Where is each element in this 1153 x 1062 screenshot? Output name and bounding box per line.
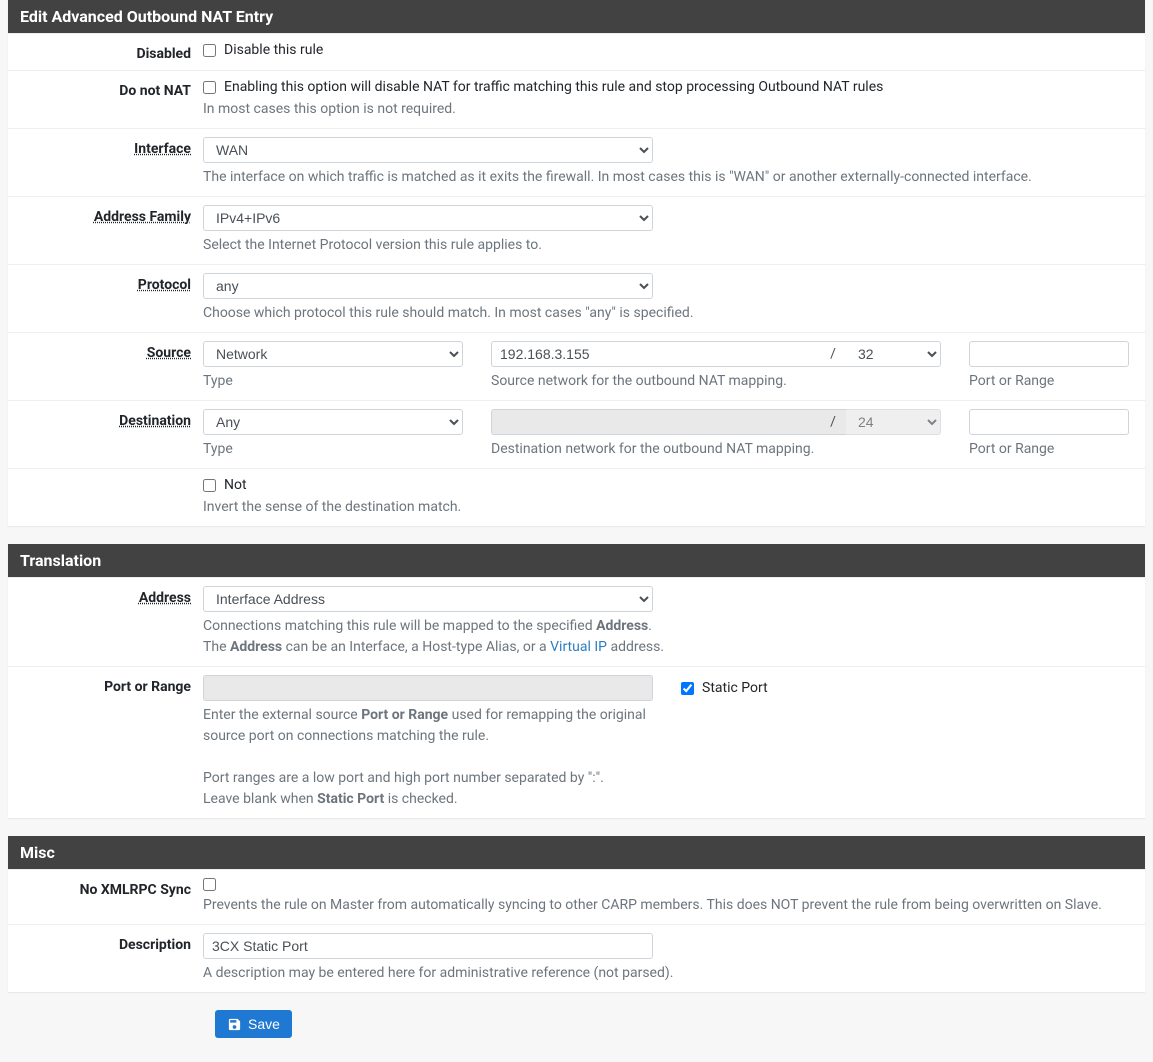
- caption-source-net: Source network for the outbound NAT mapp…: [491, 371, 941, 392]
- help-trans-address: Connections matching this rule will be m…: [203, 616, 1133, 658]
- input-source-network[interactable]: [491, 341, 820, 367]
- help-trans-port: Enter the external source Port or Range …: [203, 705, 683, 810]
- checkbox-disabled[interactable]: [203, 44, 216, 57]
- panel-misc-title: Misc: [8, 836, 1145, 869]
- input-trans-port: [203, 675, 653, 701]
- checkbox-nosync[interactable]: [203, 878, 216, 891]
- save-button[interactable]: Save: [215, 1010, 292, 1038]
- checkbox-donotnat-label: Enabling this option will disable NAT fo…: [224, 79, 883, 95]
- save-icon: [227, 1017, 242, 1032]
- select-destination-type[interactable]: Any: [203, 409, 463, 435]
- save-button-label: Save: [248, 1016, 280, 1032]
- select-trans-address[interactable]: Interface Address: [203, 586, 653, 612]
- help-not: Invert the sense of the destination matc…: [203, 497, 1133, 518]
- select-source-type[interactable]: Network: [203, 341, 463, 367]
- label-disabled: Disabled: [8, 42, 203, 62]
- input-destination-port[interactable]: [969, 409, 1129, 435]
- select-protocol[interactable]: any: [203, 273, 653, 299]
- label-interface: Interface: [134, 141, 191, 157]
- panel-edit-title: Edit Advanced Outbound NAT Entry: [8, 0, 1145, 33]
- label-trans-address: Address: [139, 590, 191, 606]
- panel-edit: Edit Advanced Outbound NAT Entry Disable…: [8, 0, 1145, 526]
- label-description: Description: [8, 933, 203, 984]
- help-protocol: Choose which protocol this rule should m…: [203, 303, 1133, 324]
- checkbox-donotnat[interactable]: [203, 81, 216, 94]
- caption-source-port: Port or Range: [969, 371, 1129, 392]
- checkbox-not-label: Not: [224, 477, 247, 493]
- select-source-mask[interactable]: 32: [846, 341, 941, 367]
- input-description[interactable]: [203, 933, 653, 959]
- label-trans-port: Port or Range: [8, 675, 203, 810]
- label-destination: Destination: [119, 413, 191, 429]
- help-nosync: Prevents the rule on Master from automat…: [203, 895, 1133, 916]
- checkbox-static-port-label: Static Port: [702, 680, 768, 696]
- label-nosync: No XMLRPC Sync: [8, 878, 203, 916]
- label-source: Source: [147, 345, 191, 361]
- label-protocol: Protocol: [138, 277, 191, 293]
- panel-translation: Translation Address Interface Address Co…: [8, 544, 1145, 818]
- select-destination-mask: 24: [846, 409, 941, 435]
- caption-destination-port: Port or Range: [969, 439, 1129, 460]
- label-addressfamily: Address Family: [94, 209, 191, 225]
- input-source-port[interactable]: [969, 341, 1129, 367]
- panel-misc: Misc No XMLRPC Sync Prevents the rule on…: [8, 836, 1145, 992]
- checkbox-not[interactable]: [203, 479, 216, 492]
- label-donotnat: Do not NAT: [8, 79, 203, 120]
- caption-destination-net: Destination network for the outbound NAT…: [491, 439, 941, 460]
- slash-separator: /: [820, 341, 846, 367]
- label-not: [8, 477, 203, 518]
- input-destination-network: [491, 409, 820, 435]
- help-addressfamily: Select the Internet Protocol version thi…: [203, 235, 1133, 256]
- slash-separator: /: [820, 409, 846, 435]
- checkbox-static-port[interactable]: [681, 682, 694, 695]
- select-addressfamily[interactable]: IPv4+IPv6: [203, 205, 653, 231]
- help-donotnat: In most cases this option is not require…: [203, 99, 1133, 120]
- caption-destination-type: Type: [203, 439, 463, 460]
- link-virtual-ip[interactable]: Virtual IP: [550, 639, 607, 655]
- checkbox-disabled-label: Disable this rule: [224, 42, 323, 58]
- select-interface[interactable]: WAN: [203, 137, 653, 163]
- help-description: A description may be entered here for ad…: [203, 963, 1133, 984]
- panel-translation-title: Translation: [8, 544, 1145, 577]
- help-interface: The interface on which traffic is matche…: [203, 167, 1133, 188]
- caption-source-type: Type: [203, 371, 463, 392]
